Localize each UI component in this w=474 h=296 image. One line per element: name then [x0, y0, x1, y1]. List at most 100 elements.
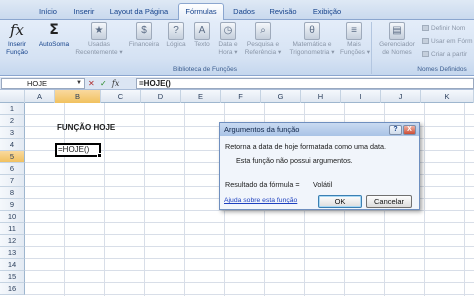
date-time-label-1: Data e [218, 41, 238, 48]
name-manager-label-1: Gerenciador [379, 41, 415, 48]
sigma-icon: Σ [49, 22, 59, 38]
lookup-book-icon: ⌕ [255, 22, 271, 40]
financial-button[interactable]: $ Financeira [126, 22, 162, 49]
recently-used-button[interactable]: ★ Usadas Recentemente ▾ [74, 22, 124, 56]
math-label-1: Matemática e [292, 41, 332, 48]
row-header-3[interactable]: 3 [0, 127, 25, 139]
row-header-10[interactable]: 10 [0, 211, 25, 223]
row-header-7[interactable]: 7 [0, 175, 25, 187]
row-header-11[interactable]: 11 [0, 223, 25, 235]
dialog-title: Argumentos da função [224, 125, 300, 134]
name-tag-icon: ▤ [389, 22, 405, 40]
tab-inicio[interactable]: Início [33, 5, 63, 20]
row-header-9[interactable]: 9 [0, 199, 25, 211]
function-description: Retorna a data de hoje formatada como um… [225, 142, 387, 151]
recently-used-label-1: Usadas [87, 41, 111, 48]
lookup-label-2: Referência ▾ [244, 48, 282, 56]
tab-layout-da-pagina[interactable]: Layout da Página [106, 5, 172, 20]
math-label-2: Trigonometria ▾ [289, 48, 335, 56]
formula-input[interactable]: =HOJE() [136, 78, 474, 89]
row-header-6[interactable]: 6 [0, 163, 25, 175]
cancel-button[interactable]: Cancelar [366, 195, 412, 208]
insert-function-button[interactable]: fx Inserir Função [2, 22, 32, 56]
enter-icon[interactable]: ✓ [100, 78, 107, 89]
more-functions-button[interactable]: ≡ Mais Funções ▾ [340, 22, 370, 56]
column-header-a[interactable]: A [25, 90, 55, 103]
column-header-d[interactable]: D [141, 90, 181, 103]
autosum-button[interactable]: Σ AutoSoma [34, 22, 74, 49]
row-header-5[interactable]: 5 [0, 151, 25, 163]
math-trig-button[interactable]: θ Matemática e Trigonometria ▾ [285, 22, 339, 56]
result-value: Volátil [313, 180, 333, 189]
logical-button[interactable]: ? Lógica [164, 22, 188, 49]
select-all-corner[interactable] [0, 90, 25, 103]
create-from-selection-icon [422, 51, 429, 57]
date-time-button[interactable]: ◷ Data e Hora ▾ [215, 22, 241, 56]
financial-label: Financeira [128, 41, 160, 48]
define-name-button[interactable]: Definir Nom [422, 25, 465, 32]
text-button[interactable]: A Texto [190, 22, 214, 49]
row-header-2[interactable]: 2 [0, 115, 25, 127]
more-book-icon: ≡ [346, 22, 362, 40]
use-in-formula-button[interactable]: Usar em Fórm [422, 38, 473, 45]
chevron-down-icon[interactable]: ▼ [76, 79, 82, 88]
tab-formulas[interactable]: Fórmulas [178, 3, 224, 21]
no-arguments-text: Esta função não possui argumentos. [236, 156, 353, 165]
column-header-g[interactable]: G [261, 90, 301, 103]
cell-b3[interactable]: FUNÇÃO HOJE [57, 123, 115, 132]
lookup-reference-button[interactable]: ⌕ Pesquisa e Referência ▾ [242, 22, 284, 56]
column-header-j[interactable]: J [381, 90, 421, 103]
column-header-k[interactable]: K [421, 90, 474, 103]
fx-icon[interactable]: fx [112, 78, 119, 89]
column-header-i[interactable]: I [341, 90, 381, 103]
name-manager-label-2: de Nomes [382, 48, 412, 56]
row-header-8[interactable]: 8 [0, 187, 25, 199]
name-box-value: HOJE [27, 79, 48, 88]
column-header-h[interactable]: H [301, 90, 341, 103]
function-arguments-dialog: Argumentos da função ? X Retorna a data … [219, 122, 420, 210]
define-name-icon [422, 25, 429, 31]
insert-function-label-2: Função [6, 48, 28, 56]
column-header-c[interactable]: C [101, 90, 141, 103]
text-book-icon: A [194, 22, 210, 40]
use-in-formula-icon [422, 38, 429, 44]
help-on-function-link[interactable]: Ajuda sobre esta função [224, 197, 297, 204]
define-name-label: Definir Nom [431, 25, 466, 32]
row-header-16[interactable]: 16 [0, 283, 25, 295]
clock-book-icon: ◷ [220, 22, 236, 40]
text-label: Texto [194, 41, 210, 48]
name-box[interactable]: HOJE ▼ [1, 78, 85, 89]
row-header-4[interactable]: 4 [0, 139, 25, 151]
active-cell-b5[interactable]: =HOJE() [55, 143, 102, 158]
tab-inserir[interactable]: Inserir [67, 5, 101, 20]
fill-handle[interactable] [97, 153, 102, 158]
group-label-function-library: Biblioteca de Funções [173, 66, 237, 73]
row-header-15[interactable]: 15 [0, 271, 25, 283]
column-header-e[interactable]: E [181, 90, 221, 103]
formula-bar: HOJE ▼ ✕ ✓ fx =HOJE() [0, 77, 474, 90]
autosum-label: AutoSoma [38, 41, 70, 48]
group-label-defined-names: Nomes Definidos [417, 66, 467, 73]
row-header-12[interactable]: 12 [0, 235, 25, 247]
row-header-13[interactable]: 13 [0, 247, 25, 259]
theta-book-icon: θ [304, 22, 320, 40]
date-time-label-2: Hora ▾ [218, 48, 238, 56]
ok-button[interactable]: OK [318, 195, 362, 208]
insert-function-label-1: Inserir [7, 41, 27, 48]
create-from-selection-button[interactable]: Criar a partir [422, 51, 467, 58]
create-from-selection-label: Criar a partir [431, 51, 468, 58]
column-header-b[interactable]: B [55, 90, 101, 103]
row-header-1[interactable]: 1 [0, 103, 25, 115]
help-icon[interactable]: ? [389, 125, 402, 135]
tab-exibicao[interactable]: Exibição [307, 5, 347, 20]
row-header-14[interactable]: 14 [0, 259, 25, 271]
ribbon-tab-bar: Início Inserir Layout da Página Fórmulas… [0, 0, 474, 21]
cancel-icon[interactable]: ✕ [88, 78, 95, 89]
group-separator [371, 22, 372, 74]
name-manager-button[interactable]: ▤ Gerenciador de Nomes [374, 22, 420, 56]
logical-label: Lógica [166, 41, 186, 48]
tab-dados[interactable]: Dados [229, 5, 259, 20]
column-header-f[interactable]: F [221, 90, 261, 103]
close-icon[interactable]: X [403, 125, 416, 135]
tab-revisao[interactable]: Revisão [265, 5, 301, 20]
